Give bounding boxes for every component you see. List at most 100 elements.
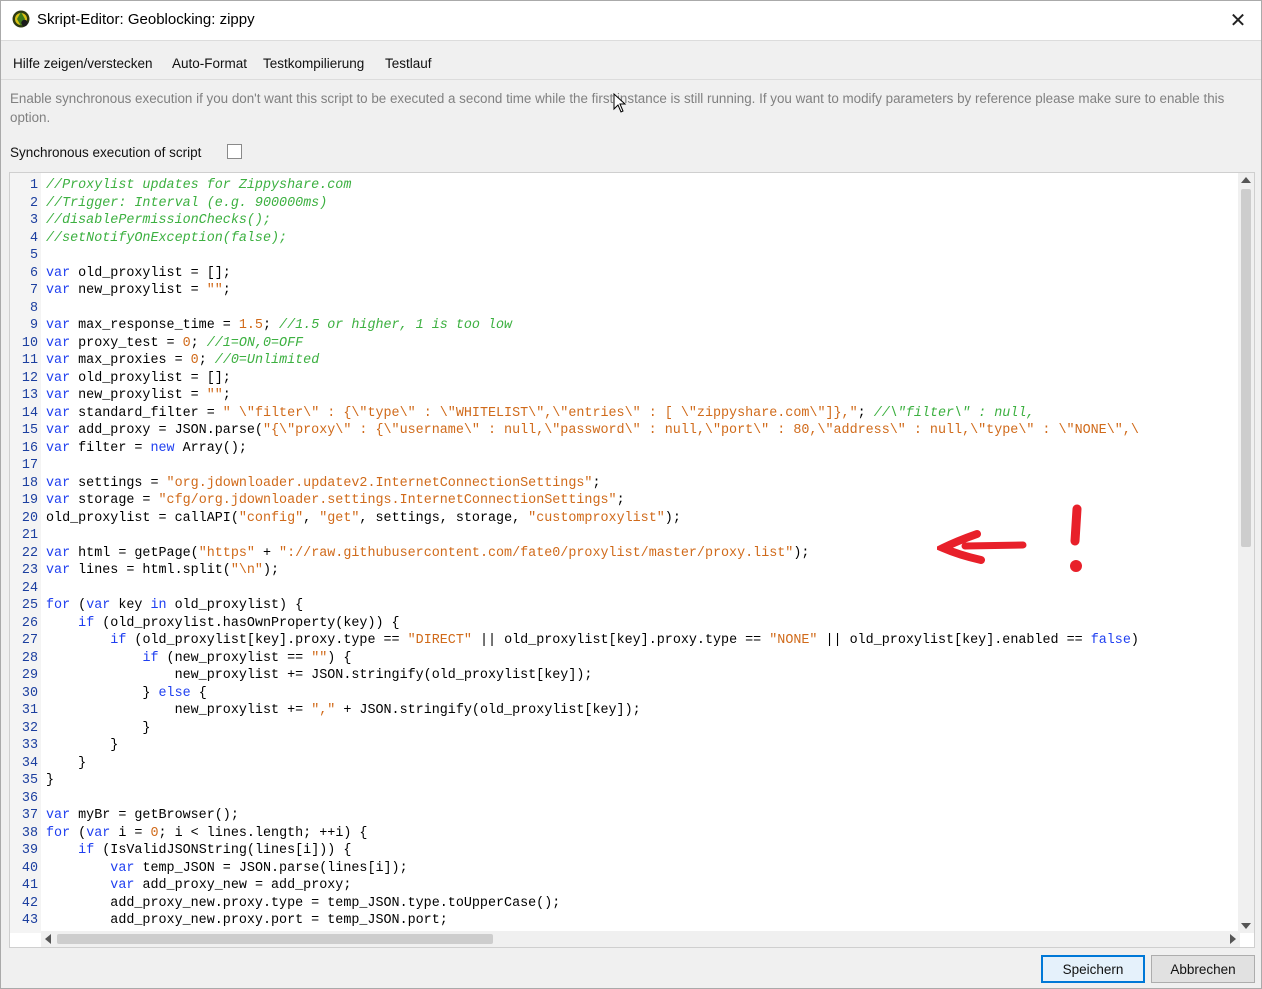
scroll-left-icon[interactable] [45,934,51,944]
line-number: 1 [29,178,38,193]
code-line: 36 [10,790,1240,808]
code-line: 18 var settings = "org.jdownloader.update… [10,475,1240,493]
code-text: var new_proxylist = ""; [46,388,231,403]
code-text: add_proxy_new.proxy.type = temp_JSON.typ… [46,895,561,911]
menu-auto-format[interactable]: Auto-Format [172,56,247,71]
mouse-cursor-icon [613,93,627,113]
line-number: 38 [21,825,38,841]
menu-toggle-help[interactable]: Hilfe zeigen/verstecken [13,56,153,71]
code-line: 35} [10,772,1240,790]
line-number: 42 [21,895,38,911]
code-line: 6 var old_proxylist = []; [10,265,1240,283]
line-number: 21 [21,528,38,543]
code-line: 13 var new_proxylist = ""; [10,387,1240,405]
line-number: 22 [21,545,38,561]
line-number: 29 [21,668,38,683]
code-text: var old_proxylist = []; [46,265,231,281]
code-text: var max_proxies = 0; //0=Unlimited [46,353,320,368]
code-line: 4 //setNotifyOnException(false); [10,230,1240,248]
title-bar: Skript-Editor: Geoblocking: zippy ✕ [1,1,1261,41]
line-number: 5 [29,248,38,263]
vertical-scroll-thumb[interactable] [1241,189,1251,547]
code-line: 28 if (new_proxylist == "") { [10,650,1240,668]
line-number: 23 [21,563,38,578]
code-text: var myBr = getBrowser(); [46,808,239,823]
code-text: var lines = html.split("\n"); [46,563,280,578]
code-text: var html = getPage("https" + "://raw.git… [46,545,810,561]
horizontal-scrollbar[interactable] [41,931,1240,947]
code-line: 3 //disablePermissionChecks(); [10,212,1240,230]
code-line: 42 add_proxy_new.proxy.type = temp_JSON.… [10,895,1240,913]
line-number: 43 [21,913,38,928]
code-line: 5 [10,247,1240,265]
code-text: if (IsValidJSONString(lines[i])) { [78,843,352,858]
menu-test-run[interactable]: Testlauf [385,56,432,71]
line-number: 12 [21,370,38,386]
code-text: var standard_filter = " \"filter\" : {\"… [46,405,1035,421]
code-line: 1 //Proxylist updates for Zippyshare.com [10,177,1240,195]
code-text: if (old_proxylist[key].proxy.type == "DI… [110,633,1139,648]
code-line: 43 add_proxy_new.proxy.port = temp_JSON.… [10,912,1240,930]
code-text: } [46,738,119,753]
code-text: } [46,720,151,736]
code-line: 2 //Trigger: Interval (e.g. 900000ms) [10,195,1240,213]
code-line: 16 var filter = new Array(); [10,440,1240,458]
code-text: } [46,755,87,771]
code-line: 30 } else { [10,685,1240,703]
line-number: 40 [21,860,38,876]
menu-bar: Hilfe zeigen/verstecken Auto-Format Test… [1,41,1261,80]
scroll-down-icon[interactable] [1241,923,1251,929]
code-line: 41 var add_proxy_new = add_proxy; [10,877,1240,895]
code-line: 26 if (old_proxylist.hasOwnProperty(key)… [10,615,1240,633]
line-number: 30 [21,685,38,701]
horizontal-scroll-thumb[interactable] [57,934,493,944]
line-number: 37 [21,808,38,823]
sync-execution-checkbox[interactable] [227,144,242,159]
line-number: 13 [21,388,38,403]
code-text: var settings = "org.jdownloader.updatev2… [46,475,601,491]
code-text: } [46,773,55,788]
vertical-scrollbar[interactable] [1238,173,1254,933]
line-number: 8 [29,300,38,316]
code-line: 8 [10,300,1240,318]
code-text: for (var i = 0; i < lines.length; ++i) { [46,825,368,841]
close-icon[interactable]: ✕ [1215,1,1261,40]
scroll-right-icon[interactable] [1230,934,1236,944]
code-text: var add_proxy_new = add_proxy; [110,878,352,893]
code-line: 31 new_proxylist += "," + JSON.stringify… [10,702,1240,720]
code-line: 17 [10,457,1240,475]
window-title: Skript-Editor: Geoblocking: zippy [37,11,255,28]
code-line: 15 var add_proxy = JSON.parse("{\"proxy\"… [10,422,1240,440]
line-number: 2 [29,195,38,211]
line-number: 28 [21,650,38,666]
line-number: 9 [29,318,38,333]
line-number: 6 [29,265,38,281]
code-line: 7 var new_proxylist = ""; [10,282,1240,300]
line-number: 34 [21,755,38,771]
code-line: 10 var proxy_test = 0; //1=ON,0=OFF [10,335,1240,353]
code-line: 12 var old_proxylist = []; [10,370,1240,388]
code-text: var storage = "cfg/org.jdownloader.setti… [46,493,625,508]
code-line: 14 var standard_filter = " \"filter\" : {… [10,405,1240,423]
code-text: var old_proxylist = []; [46,370,231,386]
line-number: 3 [29,213,38,228]
cancel-button[interactable]: Abbrechen [1151,955,1255,983]
line-number: 36 [21,790,38,806]
code-line: 32 } [10,720,1240,738]
code-line: 11 var max_proxies = 0; //0=Unlimited [10,352,1240,370]
save-button[interactable]: Speichern [1041,955,1145,983]
scroll-up-icon[interactable] [1241,177,1251,183]
code-text: var add_proxy = JSON.parse("{\"proxy\" :… [46,423,1139,438]
line-number: 41 [21,878,38,893]
code-text: var temp_JSON = JSON.parse(lines[i]); [110,860,408,876]
app-logo-icon [12,10,30,28]
code-text: var filter = new Array(); [46,440,247,456]
line-number: 35 [21,773,38,788]
line-number: 16 [21,440,38,456]
code-text: if (new_proxylist == "") { [142,650,352,666]
code-line: 24 [10,580,1240,598]
code-line: 29 new_proxylist += JSON.stringify(old_p… [10,667,1240,685]
menu-test-compile[interactable]: Testkompilierung [263,56,364,71]
code-text: var proxy_test = 0; //1=ON,0=OFF [46,335,304,351]
code-line: 39 if (IsValidJSONString(lines[i])) { [10,842,1240,860]
